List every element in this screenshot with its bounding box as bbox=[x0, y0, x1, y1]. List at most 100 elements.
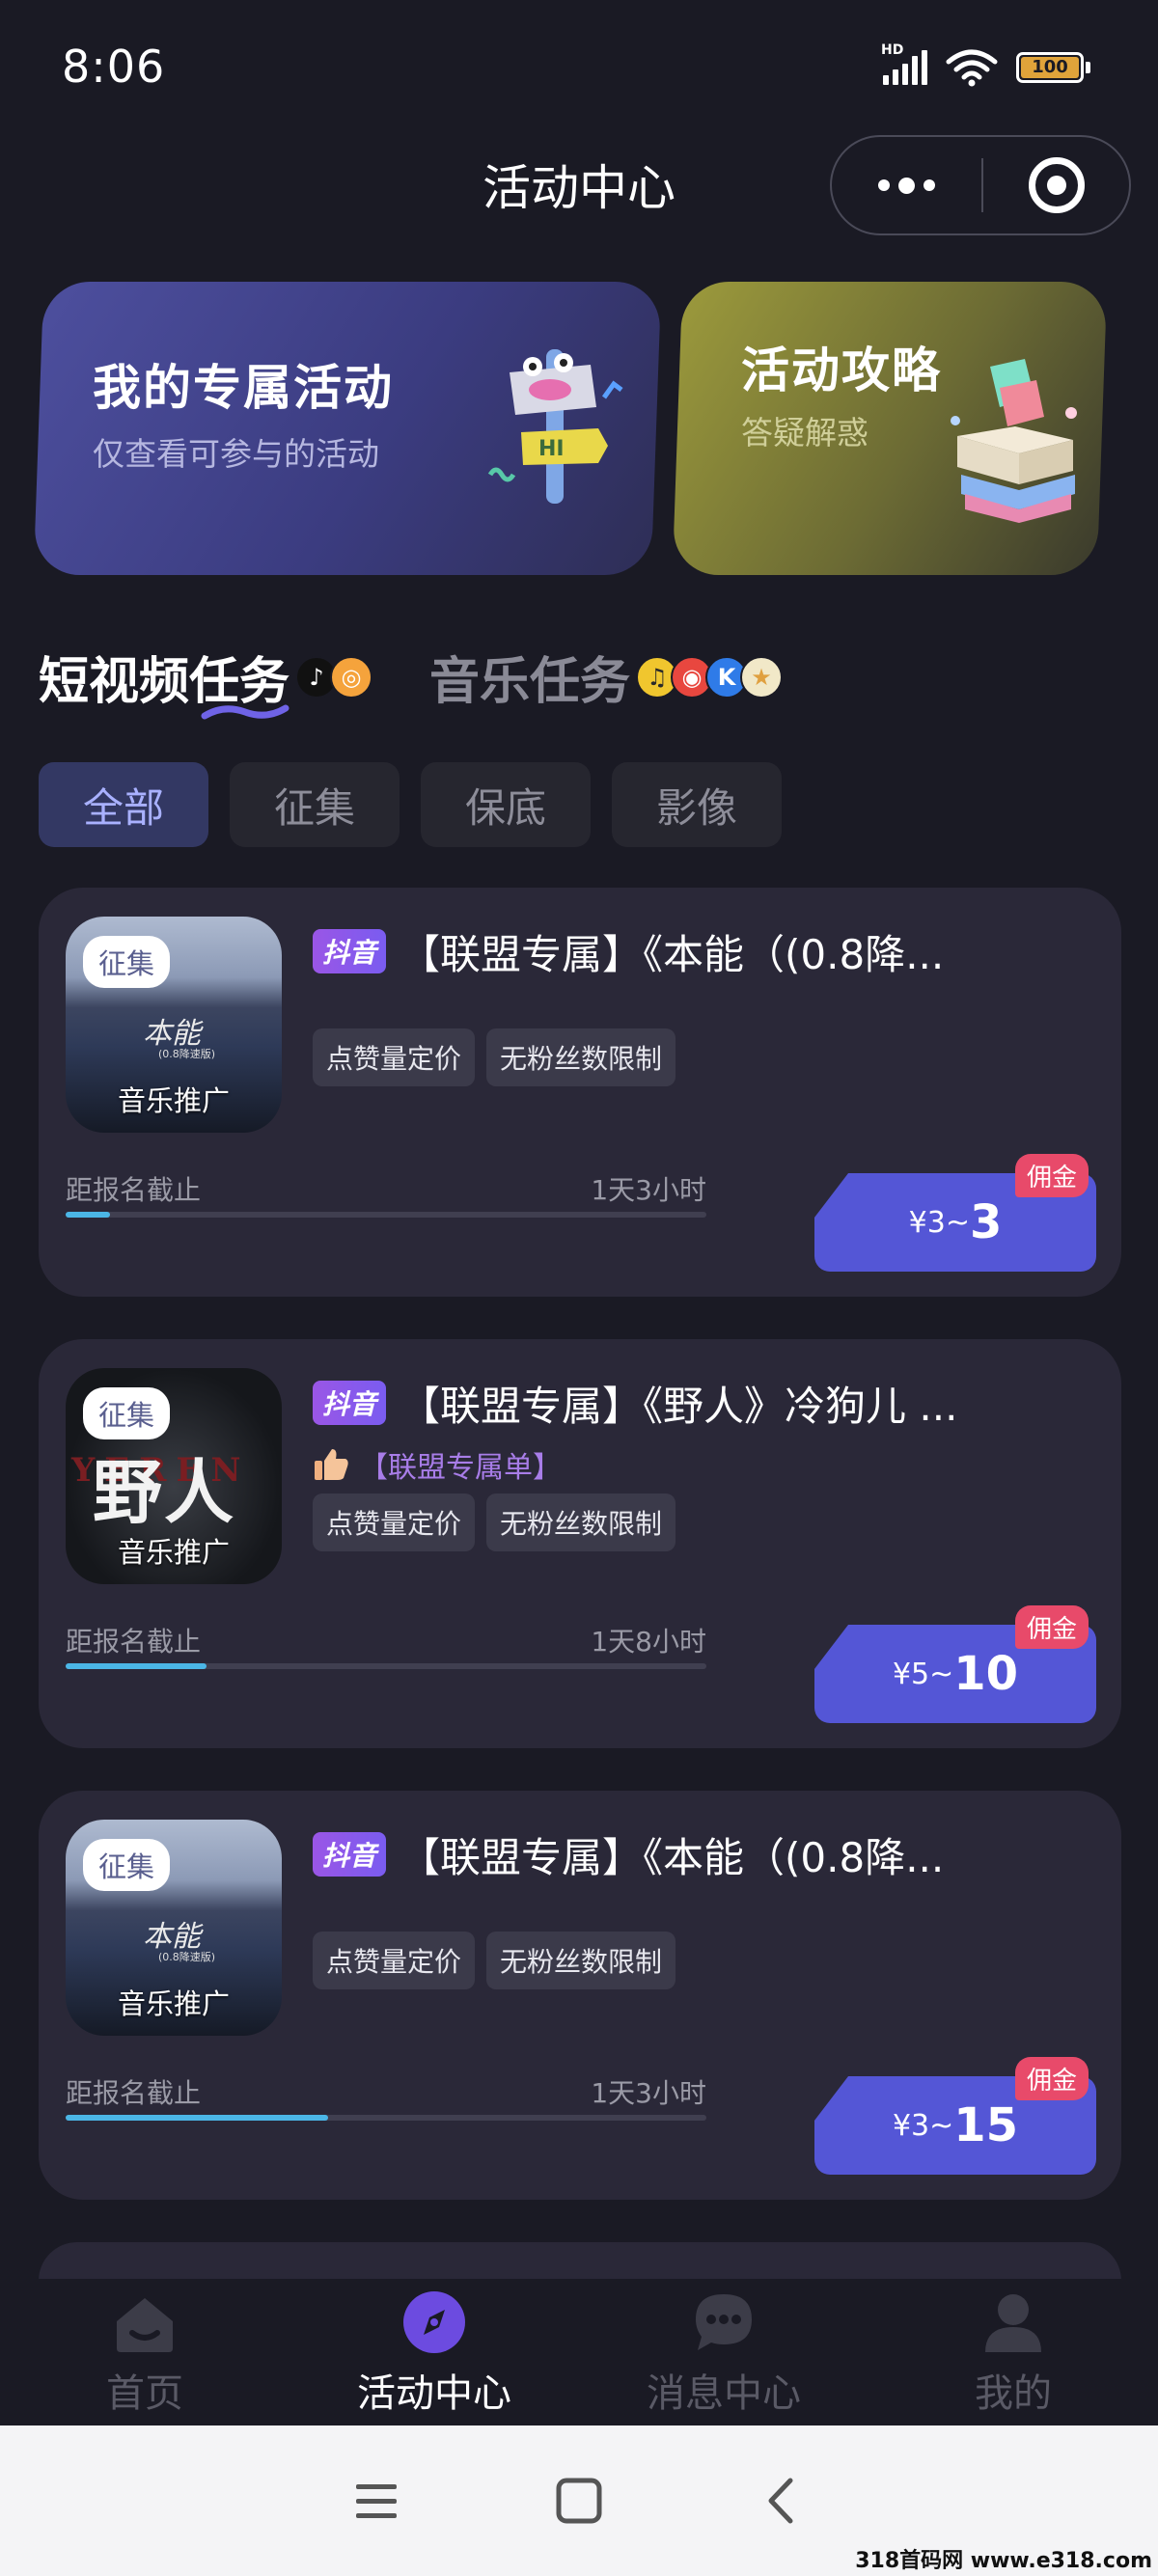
battery-level: 100 bbox=[1021, 57, 1079, 78]
tab-label: 音乐任务 bbox=[429, 653, 631, 711]
task-tags: 点赞量定价 无粉丝数限制 bbox=[313, 1932, 676, 1989]
task-cover: 本能 (0.8降速版) 征集 音乐推广 bbox=[66, 1820, 282, 2036]
price-button[interactable]: ¥5~ 10 佣金 bbox=[814, 1605, 1096, 1723]
deadline-progress bbox=[66, 1663, 706, 1669]
progress-fill bbox=[66, 1663, 207, 1669]
active-tab-indicator bbox=[201, 704, 290, 720]
banner-title: 我的专属活动 bbox=[93, 360, 394, 416]
task-title: 【联盟专属】《本能（(0.8降... bbox=[400, 1833, 945, 1881]
exclusive-subtag: 【联盟专属单】 bbox=[313, 1443, 562, 1486]
signpost-illustration-icon: HI bbox=[487, 349, 623, 504]
subtag-text: 【联盟专属单】 bbox=[359, 1451, 562, 1485]
books-illustration-icon bbox=[951, 359, 1077, 523]
tag-no-follower-limit: 无粉丝数限制 bbox=[486, 1932, 676, 1989]
task-cover: 本能 (0.8降速版) 征集 音乐推广 bbox=[66, 917, 282, 1133]
commission-badge: 佣金 bbox=[1014, 1154, 1089, 1197]
filter-chip-collect[interactable]: 征集 bbox=[230, 762, 400, 847]
deadline-remaining: 1天3小时 bbox=[591, 2077, 706, 2109]
deadline-label: 距报名截止 bbox=[66, 2077, 202, 2109]
commission-badge: 佣金 bbox=[1014, 2057, 1089, 2100]
svg-text:HI: HI bbox=[538, 437, 565, 461]
square-home-icon[interactable] bbox=[545, 2467, 613, 2535]
status-icons: HD 100 bbox=[881, 42, 1090, 87]
deadline-label: 距报名截止 bbox=[66, 1626, 202, 1658]
task-title: 【联盟专属】《野人》冷狗儿 ... bbox=[400, 1382, 958, 1430]
deadline-progress bbox=[66, 2115, 706, 2121]
nav-label: 消息中心 bbox=[647, 2371, 801, 2416]
activity-guide-banner[interactable]: 活动攻略 答疑解惑 bbox=[672, 282, 1108, 575]
network-type-label: HD bbox=[881, 42, 904, 58]
cellular-signal-icon: HD bbox=[881, 42, 927, 85]
price-max: 15 bbox=[953, 2098, 1019, 2152]
nav-label: 活动中心 bbox=[357, 2371, 511, 2416]
my-exclusive-activities-banner[interactable]: 我的专属活动 仅查看可参与的活动 HI bbox=[33, 282, 662, 575]
tag-like-pricing: 点赞量定价 bbox=[313, 1932, 476, 1989]
music-app-icon-4: ★ bbox=[740, 655, 784, 699]
more-dots-icon[interactable] bbox=[832, 137, 981, 233]
watermark: 318首码网 www.e318.com bbox=[855, 2549, 1152, 2573]
cover-subtitle: (0.8降速版) bbox=[158, 1951, 216, 1963]
price-max: 10 bbox=[953, 1647, 1019, 1701]
cover-caption: 音乐推广 bbox=[117, 1987, 230, 2020]
price-button[interactable]: ¥3~ 3 佣金 bbox=[814, 1154, 1096, 1272]
thumbs-up-icon bbox=[315, 1449, 348, 1480]
tab-music-tasks[interactable]: 音乐任务 ♫ ◉ K ★ bbox=[429, 641, 784, 713]
collect-badge: 征集 bbox=[83, 1387, 171, 1439]
menu-icon[interactable] bbox=[343, 2467, 410, 2535]
douyin-badge: 抖音 bbox=[313, 1832, 387, 1877]
deadline-label: 距报名截止 bbox=[66, 1174, 202, 1206]
cover-caption: 音乐推广 bbox=[117, 1084, 230, 1117]
cover-title: 野人 bbox=[93, 1451, 236, 1533]
task-card[interactable]: 本能 (0.8降速版) 征集 音乐推广 抖音 【联盟专属】《本能（(0.8降..… bbox=[39, 888, 1121, 1297]
deadline-remaining: 1天3小时 bbox=[591, 1174, 706, 1206]
nav-activity-center[interactable]: 活动中心 bbox=[290, 2279, 579, 2425]
task-title-row: 抖音 【联盟专属】《本能（(0.8降... bbox=[313, 1825, 1094, 1883]
task-card[interactable]: YEREN 野人 征集 音乐推广 抖音 【联盟专属】《野人》冷狗儿 ... 【联… bbox=[39, 1339, 1121, 1748]
cover-subtitle: (0.8降速版) bbox=[158, 1048, 216, 1060]
task-title-row: 抖音 【联盟专属】《野人》冷狗儿 ... bbox=[313, 1374, 1094, 1432]
bottom-nav: 首页 活动中心 消息中心 我的 bbox=[0, 2279, 1158, 2425]
price-min: ¥3~ bbox=[908, 1205, 970, 1240]
banner-subtitle: 仅查看可参与的活动 bbox=[93, 435, 379, 473]
collect-badge: 征集 bbox=[83, 936, 171, 988]
douyin-badge: 抖音 bbox=[313, 929, 387, 973]
filter-chip-guaranteed[interactable]: 保底 bbox=[421, 762, 591, 847]
tag-no-follower-limit: 无粉丝数限制 bbox=[486, 1494, 676, 1551]
price-max: 3 bbox=[969, 1195, 1003, 1249]
progress-fill bbox=[66, 2115, 329, 2121]
banner-title: 活动攻略 bbox=[741, 343, 942, 398]
douyin-badge: 抖音 bbox=[313, 1381, 387, 1425]
task-tags: 点赞量定价 无粉丝数限制 bbox=[313, 1494, 676, 1551]
nav-profile[interactable]: 我的 bbox=[868, 2279, 1158, 2425]
compass-icon bbox=[403, 2291, 465, 2353]
user-icon bbox=[985, 2294, 1041, 2352]
deadline-progress bbox=[66, 1212, 706, 1218]
mini-program-capsule bbox=[830, 135, 1131, 235]
system-nav-bar: 318首码网 www.e318.com bbox=[0, 2425, 1158, 2576]
progress-fill bbox=[66, 1212, 111, 1218]
nav-home[interactable]: 首页 bbox=[0, 2279, 290, 2425]
nav-messages[interactable]: 消息中心 bbox=[579, 2279, 868, 2425]
task-title: 【联盟专属】《本能（(0.8降... bbox=[400, 930, 945, 978]
back-chevron-icon[interactable] bbox=[748, 2467, 815, 2535]
target-circle-icon[interactable] bbox=[983, 157, 1129, 213]
tag-no-follower-limit: 无粉丝数限制 bbox=[486, 1028, 676, 1086]
filter-chip-video[interactable]: 影像 bbox=[612, 762, 782, 847]
price-min: ¥5~ bbox=[892, 1657, 954, 1691]
task-cover: YEREN 野人 征集 音乐推广 bbox=[66, 1368, 282, 1584]
wifi-icon bbox=[946, 49, 998, 87]
collect-badge: 征集 bbox=[83, 1839, 171, 1891]
price-min: ¥3~ bbox=[892, 2108, 954, 2143]
price-button[interactable]: ¥3~ 15 佣金 bbox=[814, 2057, 1096, 2175]
kuaishou-app-icon: ◎ bbox=[330, 655, 373, 699]
filter-chip-all[interactable]: 全部 bbox=[39, 762, 208, 847]
task-card-partial[interactable] bbox=[39, 2242, 1121, 2281]
task-card[interactable]: 本能 (0.8降速版) 征集 音乐推广 抖音 【联盟专属】《本能（(0.8降..… bbox=[39, 1791, 1121, 2200]
tag-like-pricing: 点赞量定价 bbox=[313, 1494, 476, 1551]
battery-icon: 100 bbox=[1016, 52, 1090, 83]
banner-subtitle: 答疑解惑 bbox=[741, 414, 868, 452]
status-time: 8:06 bbox=[62, 41, 166, 93]
home-icon bbox=[117, 2298, 173, 2352]
deadline-remaining: 1天8小时 bbox=[591, 1626, 706, 1658]
nav-label: 首页 bbox=[106, 2371, 183, 2416]
